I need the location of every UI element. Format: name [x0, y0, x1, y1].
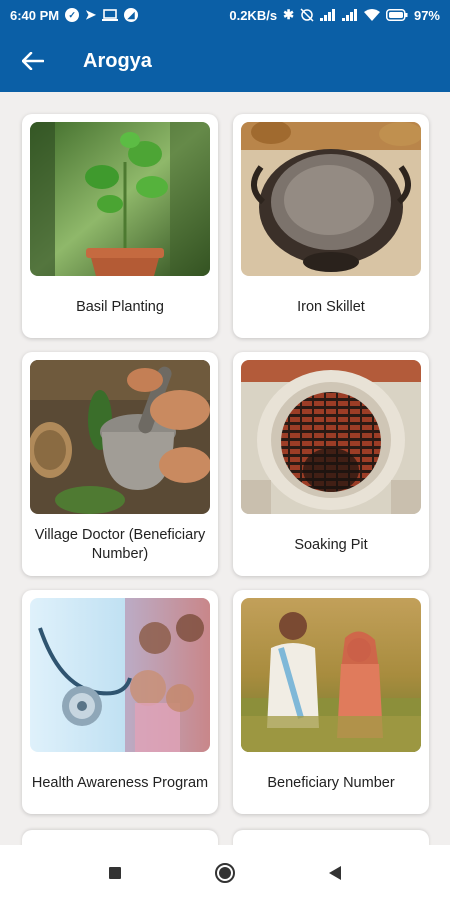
back-button[interactable] [0, 30, 66, 92]
stethoscope-family-image [30, 598, 210, 752]
app-bar: Arogya [0, 30, 450, 92]
card-peek-right [233, 830, 429, 845]
send-icon: ➤ [85, 7, 97, 22]
arrow-left-icon [22, 52, 44, 70]
couple-field-image [241, 598, 421, 752]
card-label: Health Awareness Program [31, 774, 209, 791]
signal-icon-1 [319, 9, 336, 21]
soaking-pit-image [241, 360, 421, 514]
system-nav-bar [0, 845, 450, 900]
basil-plant-image [30, 122, 210, 276]
card-label: Iron Skillet [297, 298, 365, 315]
card-beneficiary-number[interactable]: Beneficiary Number [233, 590, 429, 814]
page-title: Arogya [83, 49, 152, 72]
battery-icon [385, 9, 408, 21]
iron-skillet-image [241, 122, 421, 276]
card-soaking-pit[interactable]: Soaking Pit [233, 352, 429, 576]
card-basil-planting[interactable]: Basil Planting [22, 114, 218, 338]
bluetooth-icon: ✱ [283, 7, 294, 22]
whatsapp-icon: ✓ [65, 8, 80, 22]
compass-icon: ◢ [124, 8, 139, 22]
mortar-pestle-image [30, 360, 210, 514]
recents-button[interactable] [95, 853, 135, 893]
card-label: Basil Planting [76, 298, 164, 315]
laptop-icon [102, 9, 119, 21]
square-icon [109, 866, 121, 879]
card-iron-skillet[interactable]: Iron Skillet [233, 114, 429, 338]
status-time: 6:40 PM [10, 7, 60, 23]
signal-icon-2 [341, 9, 358, 21]
home-button[interactable] [205, 853, 245, 893]
triangle-back-icon [329, 865, 341, 880]
battery-percent: 97% [413, 7, 440, 23]
wifi-icon [363, 9, 380, 21]
card-label: Village Doctor (Beneficiary Number) [34, 527, 206, 562]
status-bar: 6:40 PM ✓ ➤ ◢ 0.2KB/s ✱ 97% [0, 0, 450, 30]
card-grid: Basil Planting Iron Skillet Village Doct… [0, 92, 450, 845]
card-label: Soaking Pit [294, 536, 368, 553]
network-speed: 0.2KB/s [229, 7, 278, 23]
card-health-awareness[interactable]: Health Awareness Program [22, 590, 218, 814]
card-peek-left [22, 830, 218, 845]
system-back-button[interactable] [315, 853, 355, 893]
card-label: Beneficiary Number [267, 774, 395, 791]
circle-icon [215, 862, 235, 883]
alarm-off-icon [300, 8, 314, 22]
card-village-doctor[interactable]: Village Doctor (Beneficiary Number) [22, 352, 218, 576]
